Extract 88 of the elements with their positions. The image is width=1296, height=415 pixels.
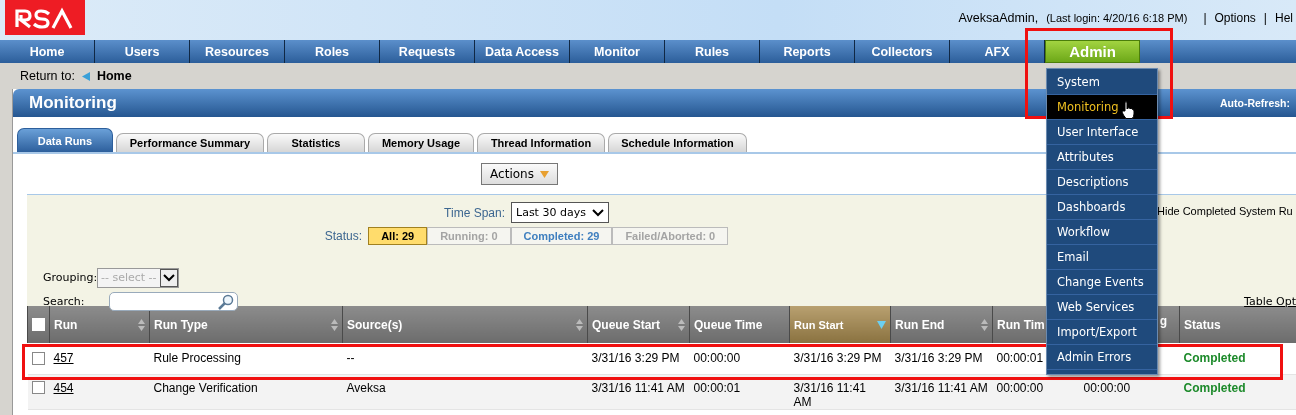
table-cell: 3/31/16 3:29 PM — [793, 351, 882, 366]
chevron-down-icon — [162, 273, 175, 282]
caret-icon — [539, 170, 549, 178]
nav-tab[interactable]: Home — [0, 40, 95, 63]
column-header[interactable]: Queue Time — [689, 306, 790, 343]
row-checkbox[interactable] — [31, 380, 45, 394]
table-cell: 3/31/16 11:41 AM — [894, 380, 988, 395]
search-icon — [218, 293, 234, 310]
back-arrow-icon — [81, 71, 90, 81]
table-cell: Aveksa — [346, 380, 386, 395]
nav-tab[interactable]: Requests — [380, 40, 475, 63]
run-link[interactable]: 454 — [53, 380, 74, 395]
sort-icon — [678, 318, 685, 331]
table-options-link[interactable]: Table Opt — [1244, 295, 1296, 308]
sort-down-icon — [877, 320, 886, 329]
row-checkbox[interactable] — [31, 351, 45, 365]
menu-item[interactable]: Attributes — [1047, 145, 1157, 170]
table-cell: 3/31/16 11:41 AM — [793, 380, 866, 409]
column-header[interactable]: Run Type — [149, 306, 343, 343]
time-span-label: Time Span: — [444, 205, 505, 220]
table-cell: 3/31/16 3:29 PM — [894, 351, 983, 366]
nav-tab[interactable]: Roles — [285, 40, 380, 63]
table-cell: -- — [346, 351, 355, 366]
table-cell: 3/31/16 11:41 AM — [591, 380, 685, 395]
separator: | — [1203, 11, 1207, 25]
status-text: Completed — [1183, 351, 1246, 366]
menu-item[interactable]: Change Events — [1047, 270, 1157, 295]
header-link[interactable]: Options — [1214, 11, 1256, 25]
nav-tab[interactable]: Resources — [190, 40, 285, 63]
sort-icon — [331, 318, 338, 331]
breadcrumb-label: Return to: — [20, 69, 75, 83]
hide-completed-label: Hide Completed System Ru — [1157, 205, 1293, 217]
nav-tab[interactable]: Collectors — [855, 40, 950, 63]
menu-item[interactable]: Web Services — [1047, 295, 1157, 320]
status-filter-button[interactable]: All: 29 — [368, 226, 428, 245]
status-filter-button[interactable]: Completed: 29 — [510, 226, 613, 245]
table-cell: Change Verification — [153, 380, 258, 395]
sort-icon — [138, 318, 145, 331]
tab[interactable]: Statistics — [267, 133, 365, 152]
header-link[interactable]: Hel — [1275, 11, 1293, 25]
menu-item[interactable]: Workflow — [1047, 220, 1157, 245]
column-header[interactable]: Run — [49, 306, 150, 343]
tab[interactable]: Thread Information — [477, 133, 605, 152]
search-label: Search: — [43, 295, 86, 308]
tab[interactable]: Memory Usage — [368, 133, 474, 152]
column-header[interactable]: Source(s) — [342, 306, 588, 343]
sort-icon — [981, 318, 988, 331]
nav-tab[interactable]: Data Access — [475, 40, 570, 63]
status-text: Completed — [1183, 380, 1246, 395]
table-cell: Rule Processing — [153, 351, 241, 366]
column-header[interactable]: Queue Start — [587, 306, 690, 343]
table-cell: 00:00:00 — [693, 351, 741, 366]
column-header[interactable]: Run End — [890, 306, 993, 343]
separator: | — [1263, 11, 1267, 25]
menu-item[interactable]: Admin Errors — [1047, 345, 1157, 370]
tab[interactable]: Data Runs — [17, 128, 113, 152]
menu-item[interactable]: Descriptions — [1047, 170, 1157, 195]
nav-tab[interactable]: Users — [95, 40, 190, 63]
breadcrumb-link[interactable]: Home — [96, 69, 132, 83]
table-cell: 00:00:00 — [996, 380, 1044, 395]
nav-tab[interactable]: Monitor — [570, 40, 665, 63]
auto-refresh-label: Auto-Refresh: — [1220, 97, 1290, 109]
table-cell: 00:00:00 — [1083, 380, 1131, 395]
hand-cursor-icon — [1121, 101, 1135, 119]
menu-item[interactable]: Dashboards — [1047, 195, 1157, 220]
last-login-text: (Last login: 4/20/16 6:18 PM) — [1046, 12, 1188, 24]
run-link[interactable]: 457 — [53, 351, 74, 366]
actions-button[interactable]: Actions — [481, 163, 558, 185]
sort-icon — [576, 318, 583, 331]
column-header[interactable]: Status — [1179, 306, 1296, 343]
menu-item[interactable]: Email — [1047, 245, 1157, 270]
nav-tab[interactable]: Rules — [665, 40, 760, 63]
user-name: AveksaAdmin, — [958, 11, 1039, 25]
panel-title: Monitoring — [29, 93, 117, 113]
menu-item[interactable]: Import/Export — [1047, 320, 1157, 345]
nav-tab[interactable]: Reports — [760, 40, 855, 63]
tab[interactable]: Performance Summary — [116, 133, 264, 152]
status-label: Status: — [324, 228, 363, 243]
time-span-dropdown[interactable]: Last 30 days — [511, 202, 609, 223]
tab[interactable]: Schedule Information — [608, 133, 747, 152]
table-cell: 3/31/16 3:29 PM — [591, 351, 680, 366]
select-all-checkbox[interactable] — [32, 318, 45, 331]
chevron-down-icon — [591, 208, 604, 217]
menu-item[interactable]: Monitoring — [1047, 95, 1157, 120]
table-cell: 00:00:01 — [996, 351, 1044, 366]
menu-item[interactable]: User Interface — [1047, 120, 1157, 145]
table-cell: 00:00:01 — [693, 380, 741, 395]
search-field[interactable] — [109, 292, 238, 311]
